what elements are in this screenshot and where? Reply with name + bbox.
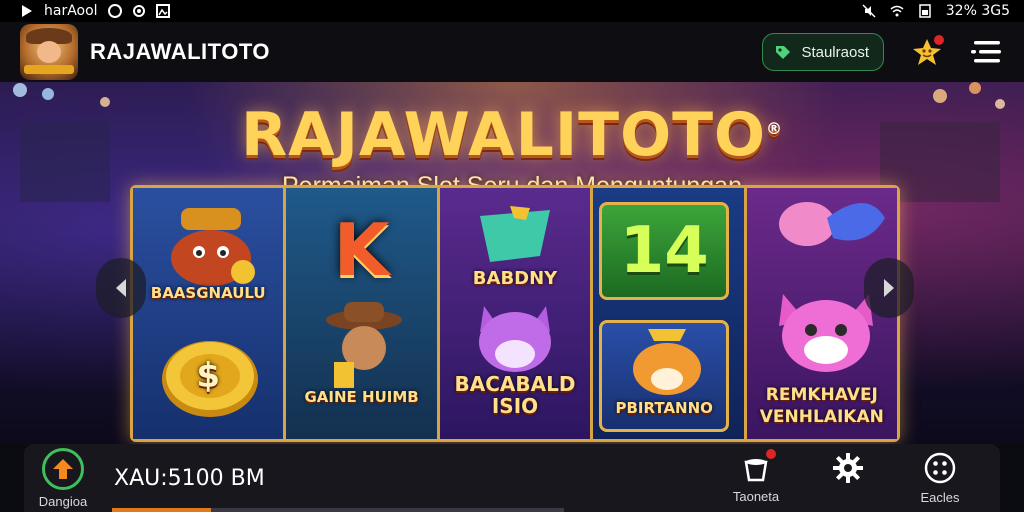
notification-badge bbox=[934, 35, 944, 45]
status-bar: harAool 32% 3G5 bbox=[0, 0, 1024, 22]
treasure-pot-icon bbox=[171, 208, 255, 286]
reel-4-top-symbol: 14 bbox=[619, 214, 709, 288]
tiger-icon bbox=[633, 329, 702, 395]
status-app-name: harAool bbox=[44, 3, 98, 19]
cowboy-icon bbox=[326, 302, 403, 388]
reel-1: BAASGNAULU $ bbox=[133, 188, 287, 439]
settings-button[interactable] bbox=[802, 452, 894, 505]
carousel-next-button[interactable] bbox=[864, 258, 914, 318]
reel-3: BABDNY BACABALD ISIO bbox=[439, 188, 594, 439]
app-title: RAJAWALITOTO bbox=[90, 39, 270, 64]
balance-display: XAU:5100 BM bbox=[114, 465, 265, 491]
reel-1-top-label: BAASGNAULU bbox=[150, 284, 266, 302]
chevron-right-icon bbox=[884, 279, 894, 297]
home-label: Dangioa bbox=[38, 493, 88, 509]
reel-2-bottom-label: GAINE HUIMB bbox=[304, 388, 419, 406]
hero-title: RAJAWALITOTO® bbox=[240, 100, 784, 170]
reel-4: 14 PBIRTANNO bbox=[593, 188, 747, 439]
reel-3-bottom-label: BACABALD ISIO bbox=[440, 373, 590, 417]
gallery-icon bbox=[155, 4, 170, 18]
reel-5-bottom-label: REMKHAVEJ VENHLAIKAN bbox=[747, 384, 897, 428]
header-action-button[interactable]: Staulraost bbox=[762, 33, 884, 71]
menu-icon bbox=[971, 41, 1001, 63]
chevron-left-icon bbox=[116, 279, 126, 297]
whatsapp-icon bbox=[107, 4, 122, 18]
wifi-icon bbox=[890, 5, 904, 17]
reel-5-bottom-line2: VENHLAIKAN bbox=[759, 407, 884, 427]
bottom-progress-fill bbox=[112, 508, 212, 512]
gear-icon bbox=[833, 452, 863, 483]
notification-button[interactable] bbox=[910, 35, 944, 69]
reel-4-bottom-tile: PBIRTANNO bbox=[599, 320, 730, 432]
sync-icon bbox=[132, 5, 145, 17]
reel-2-top-symbol: K bbox=[333, 208, 390, 292]
bottom-item-1-badge bbox=[766, 448, 776, 459]
app-logo[interactable] bbox=[20, 24, 78, 80]
bottom-item-3-label: Eacles bbox=[920, 489, 960, 505]
reel-3-top-label: BABDNY bbox=[472, 268, 558, 289]
carousel-prev-button[interactable] bbox=[96, 258, 146, 318]
bottom-item-1[interactable]: Taoneta bbox=[710, 448, 802, 504]
reel-2: K GAINE HUIMB bbox=[286, 188, 440, 439]
grid-circle-icon bbox=[924, 452, 956, 483]
bottom-bar: Dangioa XAU:5100 BM Taoneta Eacles bbox=[24, 444, 1000, 512]
bottom-item-1-label: Taoneta bbox=[732, 488, 780, 504]
menu-button[interactable] bbox=[970, 35, 1004, 69]
play-icon bbox=[22, 5, 32, 17]
status-right-text: 32% 3G5 bbox=[945, 3, 1010, 19]
reel-5-bottom-line1: REMKHAVEJ bbox=[765, 385, 878, 405]
hero-banner[interactable]: RAJAWALITOTO® Permaiman Slot Seru dan Me… bbox=[0, 82, 1024, 444]
coin-symbol: $ bbox=[196, 356, 221, 396]
reel-4-top-tile: 14 bbox=[599, 202, 730, 300]
gem-icon bbox=[479, 206, 550, 262]
slot-reels: BAASGNAULU $ K GAINE HUIMB BABDNY BACABA… bbox=[130, 185, 900, 442]
app-header: RAJAWALITOTO Staulraost bbox=[0, 22, 1024, 82]
home-button[interactable]: Dangioa bbox=[24, 447, 102, 509]
header-action-label: Staulraost bbox=[801, 43, 869, 61]
tag-icon bbox=[776, 46, 791, 59]
battery-icon bbox=[919, 4, 931, 18]
reel-3-bottom-line1: BACABALD bbox=[454, 372, 576, 396]
bottom-item-3[interactable]: Eacles bbox=[894, 452, 986, 505]
purple-cat-icon bbox=[478, 306, 551, 372]
flying-creature-icon bbox=[778, 202, 885, 246]
mute-icon bbox=[862, 4, 876, 18]
reel-4-bottom-label: PBIRTANNO bbox=[615, 399, 713, 417]
home-arrow-icon bbox=[53, 458, 73, 479]
bottom-progress-bar bbox=[112, 508, 564, 512]
reel-3-bottom-line2: ISIO bbox=[491, 394, 539, 418]
